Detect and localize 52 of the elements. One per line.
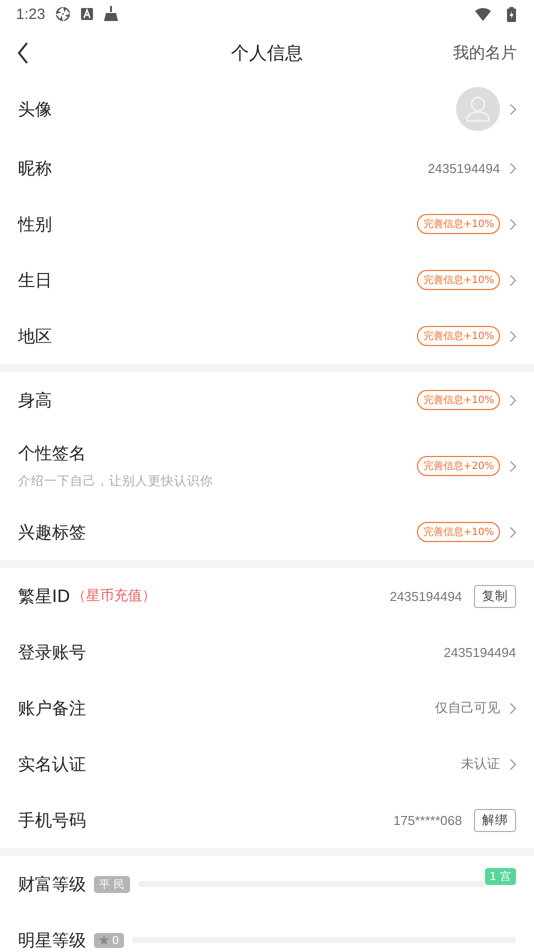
row-label: 身高 — [18, 390, 52, 412]
row-label: 地区 — [18, 326, 52, 348]
status-time: 1:23 — [16, 6, 46, 22]
chevron-icon[interactable] — [510, 330, 516, 342]
bonus-tag: 完善信息+10% — [417, 390, 500, 410]
back-icon[interactable] — [17, 42, 29, 64]
row-value: 175*****068 — [393, 812, 462, 828]
chevron-icon[interactable] — [510, 274, 516, 286]
broom-icon — [103, 6, 120, 22]
grade-text: 平 民 — [99, 876, 124, 892]
row-button[interactable]: 解绑 — [474, 808, 516, 832]
page-title: 个人信息 — [231, 42, 303, 65]
row-value: 2435194494 — [390, 588, 462, 604]
row-label: 头像 — [18, 98, 52, 120]
row-label: 明星等级 — [18, 930, 86, 952]
row-label: 个性签名 — [18, 443, 86, 465]
row-label: 账户备注 — [18, 698, 86, 720]
chevron-icon[interactable] — [510, 218, 516, 230]
row-hint: 介绍一下自己，让别人更快认识你 — [18, 473, 214, 490]
chevron-icon[interactable] — [510, 394, 516, 406]
row-label: 手机号码 — [18, 810, 86, 832]
row-label: 实名认证 — [18, 754, 86, 776]
chevron-icon[interactable] — [510, 758, 516, 770]
row-label: 登录账号 — [18, 642, 86, 664]
bonus-tag: 完善信息+20% — [417, 456, 500, 476]
row-label: 繁星ID — [18, 586, 70, 608]
bonus-tag: 完善信息+10% — [417, 270, 500, 290]
battery-icon — [507, 6, 516, 22]
chevron-icon[interactable] — [510, 460, 516, 472]
row-label: 性别 — [18, 214, 52, 236]
row-value: 仅自己可见 — [435, 699, 500, 717]
aperture-icon — [55, 6, 72, 22]
row-button[interactable]: 复制 — [474, 584, 516, 608]
row-value: 2435194494 — [444, 644, 516, 660]
chevron-icon[interactable] — [510, 162, 516, 174]
grade-text: 0 — [112, 934, 119, 946]
row-value: 2435194494 — [428, 160, 500, 176]
bonus-tag: 完善信息+10% — [417, 214, 500, 234]
chevron-icon[interactable] — [510, 104, 516, 114]
my-card-link[interactable]: 我的名片 — [453, 42, 517, 64]
row-label: 生日 — [18, 270, 52, 292]
row-value: 未认证 — [461, 755, 500, 773]
row-label: 兴趣标签 — [18, 522, 86, 544]
wifi-icon — [475, 8, 491, 20]
font-icon — [81, 8, 94, 20]
chevron-icon[interactable] — [510, 702, 516, 714]
next-level-badge: 1 宫 — [484, 868, 516, 885]
bonus-tag: 完善信息+10% — [417, 522, 500, 542]
row-label: 财富等级 — [18, 874, 86, 896]
chevron-icon[interactable] — [510, 526, 516, 538]
bonus-tag: 完善信息+10% — [417, 326, 500, 346]
row-label: 昵称 — [18, 158, 52, 180]
